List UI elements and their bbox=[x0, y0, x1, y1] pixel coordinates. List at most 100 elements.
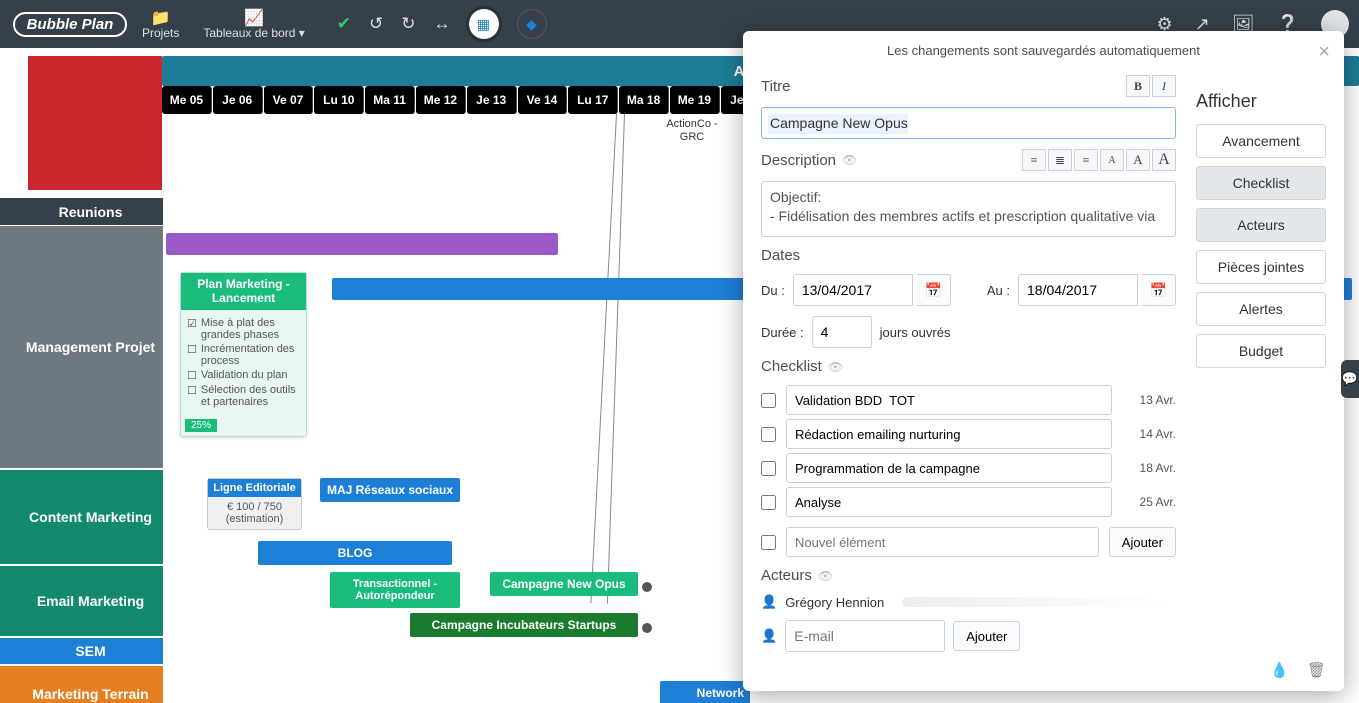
side-budget[interactable]: Budget bbox=[1196, 334, 1326, 368]
day-cell[interactable]: Je 13 bbox=[467, 86, 517, 114]
description-label: Description 👁 bbox=[761, 152, 857, 169]
font-small-icon[interactable]: A bbox=[1100, 149, 1124, 171]
checklist-checkbox[interactable] bbox=[761, 393, 776, 408]
logo[interactable]: Bubble Plan bbox=[10, 5, 130, 43]
titre-input[interactable] bbox=[761, 107, 1176, 139]
row-content[interactable]: Content Marketing bbox=[18, 470, 163, 564]
plan-checklist-item[interactable]: ☐Incrémentation des process bbox=[187, 343, 300, 367]
trash-icon[interactable]: 🗑 bbox=[1307, 661, 1326, 679]
nav-projects[interactable]: 📁 Projets bbox=[142, 8, 179, 40]
add-checklist-button[interactable]: Ajouter bbox=[1109, 527, 1176, 557]
undo-icon[interactable]: ↺ bbox=[369, 14, 383, 34]
row-band bbox=[0, 226, 18, 468]
checklist: 13 Avr. 14 Avr. 18 Avr. 25 Avr. bbox=[761, 385, 1176, 517]
row-terrain[interactable]: Marketing Terrain bbox=[18, 666, 163, 703]
view-calendar-button[interactable]: ▦ bbox=[469, 9, 499, 39]
date-start-input[interactable] bbox=[793, 274, 913, 306]
dependency-line bbox=[607, 114, 625, 604]
side-pieces[interactable]: Pièces jointes bbox=[1196, 250, 1326, 284]
checklist-new-checkbox[interactable] bbox=[761, 535, 776, 550]
description-input[interactable]: Objectif: - Fidélisation des membres act… bbox=[761, 181, 1176, 237]
day-cell[interactable]: Me 05 bbox=[162, 86, 212, 114]
dependency-line bbox=[590, 114, 617, 603]
checklist-item: 25 Avr. bbox=[761, 487, 1176, 517]
checklist-date: 13 Avr. bbox=[1122, 393, 1176, 407]
side-alertes[interactable]: Alertes bbox=[1196, 292, 1326, 326]
day-cell[interactable]: Ma 18 bbox=[619, 86, 669, 114]
checklist-date: 14 Avr. bbox=[1122, 427, 1176, 441]
close-icon[interactable]: × bbox=[1318, 41, 1330, 64]
checklist-new-input[interactable] bbox=[786, 527, 1099, 557]
calendar-icon[interactable]: 📅 bbox=[1142, 274, 1176, 306]
day-cell[interactable]: Ve 14 bbox=[518, 86, 568, 114]
day-cell[interactable]: Lu 10 bbox=[314, 86, 364, 114]
plan-checklist-item[interactable]: ☑Mise à plat des grandes phases bbox=[187, 317, 300, 341]
jours-label: jours ouvrés bbox=[880, 325, 951, 340]
task-bar-purple[interactable] bbox=[166, 233, 558, 255]
nav-dashboards[interactable]: 📈 Tableaux de bord ▾ bbox=[203, 8, 304, 40]
task-campagne-opus[interactable]: Campagne New Opus bbox=[490, 572, 638, 596]
font-med-icon[interactable]: A bbox=[1126, 149, 1150, 171]
task-blog[interactable]: BLOG bbox=[258, 541, 452, 565]
day-cell[interactable]: Je 06 bbox=[213, 86, 263, 114]
day-cell[interactable]: Me 19 bbox=[670, 86, 720, 114]
checklist-item: 13 Avr. bbox=[761, 385, 1176, 415]
align-left-icon[interactable]: ≡ bbox=[1022, 149, 1046, 171]
task-campagne-incubateurs[interactable]: Campagne Incubateurs Startups bbox=[410, 613, 638, 637]
task-transactionnel[interactable]: Transactionnel -Autorépondeur bbox=[330, 572, 460, 608]
task-detail-panel: Les changements sont sauvegardés automat… bbox=[743, 31, 1344, 691]
check-icon[interactable]: ✔ bbox=[337, 14, 351, 34]
italic-icon[interactable]: I bbox=[1152, 75, 1176, 97]
checklist-text[interactable] bbox=[786, 419, 1112, 449]
actor-email-input[interactable] bbox=[785, 620, 945, 652]
eye-icon[interactable]: 👁 bbox=[818, 569, 833, 583]
font-large-icon[interactable]: A bbox=[1152, 149, 1176, 171]
align-right-icon[interactable]: ≡ bbox=[1074, 149, 1098, 171]
side-checklist[interactable]: Checklist bbox=[1196, 166, 1326, 200]
link-handle[interactable] bbox=[642, 582, 652, 592]
bold-icon[interactable]: B bbox=[1126, 75, 1150, 97]
checklist-date: 18 Avr. bbox=[1122, 461, 1176, 475]
plan-progress: 25% bbox=[185, 419, 217, 432]
acteurs-label: Acteurs 👁 bbox=[761, 567, 1176, 584]
row-band bbox=[0, 470, 18, 564]
align-center-icon[interactable]: ≣ bbox=[1048, 149, 1072, 171]
row-reunions[interactable]: Reunions bbox=[18, 198, 163, 225]
checklist-text[interactable] bbox=[786, 453, 1112, 483]
row-band bbox=[0, 566, 18, 636]
link-handle[interactable] bbox=[642, 623, 652, 633]
checklist-text[interactable] bbox=[786, 487, 1112, 517]
row-band bbox=[0, 666, 18, 703]
eye-icon[interactable]: 👁 bbox=[828, 360, 843, 374]
drop-icon[interactable]: 💧 bbox=[1270, 661, 1289, 679]
calendar-icon[interactable]: 📅 bbox=[917, 274, 951, 306]
checklist-checkbox[interactable] bbox=[761, 427, 776, 442]
task-ligne-editoriale[interactable]: Ligne Editoriale € 100 / 750 (estimation… bbox=[207, 478, 302, 530]
row-management[interactable]: Management Projet bbox=[18, 226, 163, 468]
checklist-text[interactable] bbox=[786, 385, 1112, 415]
side-acteurs[interactable]: Acteurs bbox=[1196, 208, 1326, 242]
row-email[interactable]: Email Marketing bbox=[18, 566, 163, 636]
checklist-checkbox[interactable] bbox=[761, 495, 776, 510]
view-drop-button[interactable]: ◆ bbox=[517, 9, 547, 39]
day-cell[interactable]: Me 12 bbox=[416, 86, 466, 114]
day-cell[interactable]: Ma 11 bbox=[365, 86, 415, 114]
add-actor-button[interactable]: Ajouter bbox=[953, 621, 1020, 651]
eye-icon[interactable]: 👁 bbox=[842, 153, 857, 167]
task-maj-reseaux[interactable]: MAJ Réseaux sociaux bbox=[320, 478, 460, 502]
dates-label: Dates bbox=[761, 247, 1176, 264]
resize-icon[interactable]: ↔ bbox=[434, 14, 451, 34]
plan-marketing-card[interactable]: Plan Marketing -Lancement ☑Mise à plat d… bbox=[180, 272, 307, 437]
task-network[interactable]: Network bbox=[660, 681, 750, 703]
row-sem[interactable]: SEM bbox=[18, 638, 163, 664]
plan-checklist-item[interactable]: ☐Validation du plan bbox=[187, 369, 300, 382]
side-avancement[interactable]: Avancement bbox=[1196, 124, 1326, 158]
redo-icon[interactable]: ↻ bbox=[401, 14, 415, 34]
plan-checklist-item[interactable]: ☐Sélection des outils et partenaires bbox=[187, 384, 300, 408]
day-cell[interactable]: Ve 07 bbox=[264, 86, 314, 114]
date-end-input[interactable] bbox=[1018, 274, 1138, 306]
checklist-checkbox[interactable] bbox=[761, 461, 776, 476]
duration-input[interactable] bbox=[812, 316, 872, 348]
day-cell[interactable]: Lu 17 bbox=[568, 86, 618, 114]
chat-tab[interactable]: 💬 bbox=[1341, 360, 1359, 398]
